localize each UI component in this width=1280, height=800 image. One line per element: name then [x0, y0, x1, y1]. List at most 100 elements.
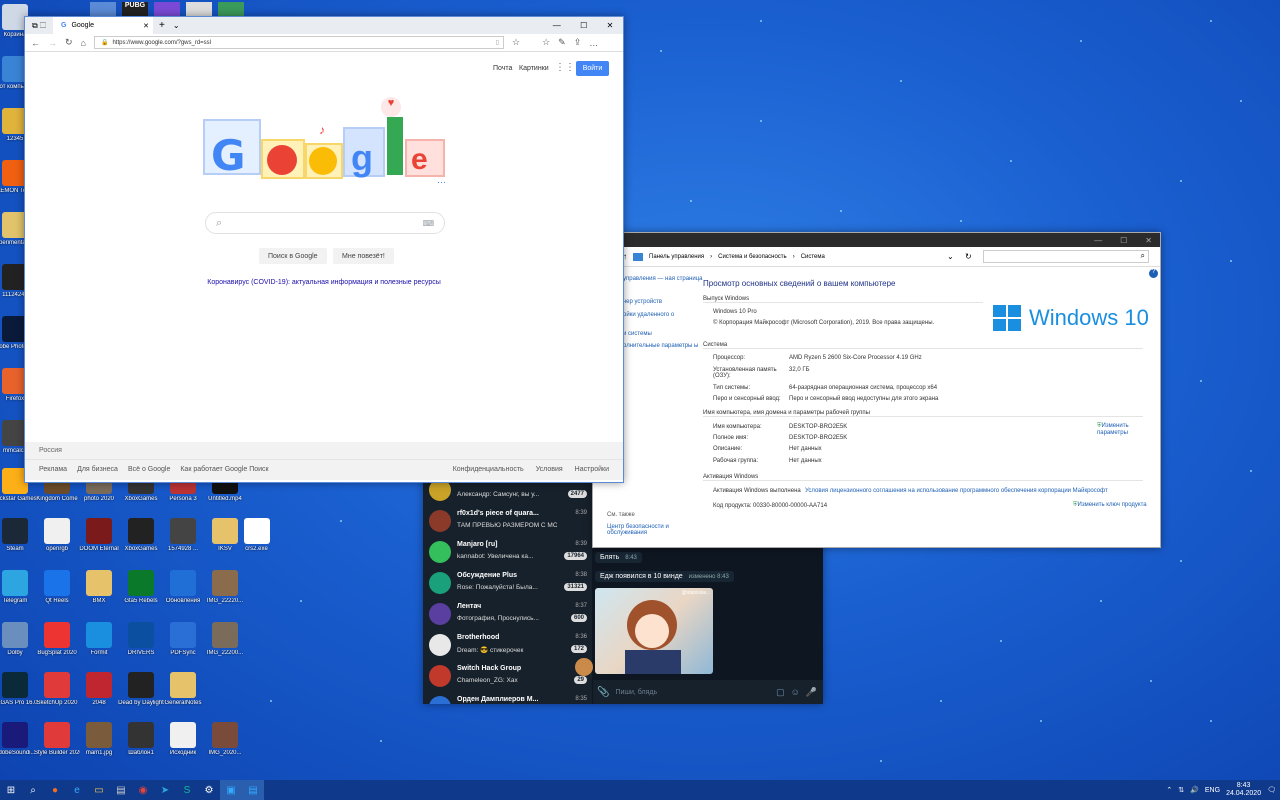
network-icon[interactable]: ⇅ — [1178, 786, 1184, 794]
volume-icon[interactable]: 🔊 — [1190, 786, 1199, 794]
desktop-icon[interactable]: Formit — [76, 622, 122, 657]
share-icon[interactable]: ⇪ — [574, 37, 582, 48]
footer-settings-link[interactable]: Настройки — [575, 466, 609, 473]
desktop-icon[interactable]: VEGAS Pro 16.0 — [0, 672, 38, 707]
chat-item[interactable]: rf0x1d's piece of quara... ТАМ ПРЕВЬЮ РАЗ… — [427, 507, 587, 537]
reading-view-icon[interactable]: ▯ — [496, 39, 499, 46]
left-link-devices[interactable]: чер устройств — [623, 299, 662, 305]
search-icon[interactable]: ⌕ — [22, 780, 44, 800]
language-indicator[interactable]: ENG — [1205, 787, 1220, 794]
notifications-icon[interactable]: 🗨 — [1267, 786, 1276, 794]
desktop-icon[interactable]: Style Builder 2020 — [34, 722, 80, 757]
desktop-icon[interactable]: BMX — [76, 570, 122, 605]
footer-about-link[interactable]: Всё о Google — [128, 466, 170, 473]
footer-ads-link[interactable]: Реклама — [39, 466, 67, 473]
forward-icon[interactable]: → — [48, 38, 57, 48]
left-link-remote[interactable]: ойки удаленного о — [623, 312, 674, 318]
start-icon[interactable]: ⊞ — [0, 780, 22, 800]
close-icon[interactable]: ✕ — [1145, 236, 1152, 245]
dropdown-icon[interactable]: ⌄ — [947, 252, 954, 261]
desktop-icon[interactable]: IMG_22200... — [202, 622, 248, 657]
refresh-icon[interactable]: ↻ — [965, 252, 972, 261]
footer-privacy-link[interactable]: Конфиденциальность — [453, 466, 524, 473]
desktop-icon[interactable]: BugSplat 2020 — [34, 622, 80, 657]
search-input[interactable]: ⌕ — [983, 250, 1149, 263]
top-icon-4[interactable] — [186, 2, 212, 16]
lucky-button[interactable]: Мне повезёт! — [333, 248, 394, 264]
gmail-link[interactable]: Почта — [493, 65, 512, 72]
chat-item[interactable]: Обсуждение Plus Rose: Пожалуйста! Была...… — [427, 569, 587, 599]
maximize-icon[interactable]: ☐ — [580, 21, 587, 30]
commands-icon[interactable]: ▢ — [776, 687, 785, 698]
tray-chevron-icon[interactable]: ⌃ — [1166, 786, 1172, 794]
desktop-icon[interactable]: DRIVERS — [118, 622, 164, 657]
desktop-icon[interactable]: Steam — [0, 518, 38, 553]
desktop-icon[interactable]: openrgb — [34, 518, 80, 553]
google-doodle[interactable]: G g e ♥ ♪ ⋯ — [201, 97, 451, 192]
control-panel-taskbar-icon[interactable]: ▣ — [220, 780, 242, 800]
desktop-icon[interactable]: Dolby — [0, 622, 38, 657]
chat-item[interactable]: Manjaro [ru] kannabot: Увеличена ка... 8:3… — [427, 538, 587, 568]
favorite-star-icon[interactable]: ☆ — [512, 37, 520, 48]
tab-close-icon[interactable]: ✕ — [143, 22, 149, 30]
more-icon[interactable]: … — [589, 38, 598, 48]
clock[interactable]: 8:43 24.04.2020 — [1226, 782, 1261, 798]
minimize-icon[interactable]: — — [553, 21, 561, 30]
microphone-icon[interactable]: 🎤 — [806, 687, 817, 698]
desktop-icon[interactable]: Шаблон1 — [118, 722, 164, 757]
file-explorer-icon[interactable]: ▭ — [88, 780, 110, 800]
top-icon-5[interactable] — [218, 2, 244, 16]
desktop-icon[interactable]: crs2.exe — [234, 518, 280, 553]
edge-icon[interactable]: e — [66, 780, 88, 800]
message-input[interactable]: Пиши, блядь — [615, 689, 770, 696]
desktop-icon[interactable]: PDFSync — [160, 622, 206, 657]
anime-image[interactable]: @stanislav... — [595, 588, 713, 674]
footer-business-link[interactable]: Для бизнеса — [77, 466, 118, 473]
desktop-icon[interactable]: Gta5 Rebels — [118, 570, 164, 605]
desktop-icon[interactable]: Qt Reels — [34, 570, 80, 605]
new-tab-icon[interactable]: + — [159, 20, 165, 31]
desktop-icon[interactable]: Обновления — [160, 570, 206, 605]
close-icon[interactable]: ✕ — [607, 21, 614, 30]
top-icon-3[interactable] — [154, 2, 180, 16]
footer-terms-link[interactable]: Условия — [536, 466, 563, 473]
tab-google[interactable]: G Google ✕ — [53, 17, 153, 34]
doodle-share-icon[interactable]: ⋯ — [437, 177, 446, 188]
change-key-link[interactable]: ⛨Изменить ключ продукта — [1073, 502, 1147, 509]
footer-how-search-link[interactable]: Как работает Google Поиск — [180, 466, 268, 473]
keyboard-icon[interactable]: ⌨ — [422, 219, 434, 228]
home-icon[interactable]: ⌂ — [81, 38, 86, 48]
breadcrumb-control-panel[interactable]: Панель управления — [649, 254, 704, 260]
chat-item[interactable]: Орден Дамплиеров М... 8:35 — [427, 693, 587, 704]
desktop-icon[interactable]: XboxGames — [118, 518, 164, 553]
pubg-icon[interactable]: PUBG — [122, 2, 148, 16]
left-link-advanced[interactable]: олнительные параметры ы — [623, 343, 698, 349]
images-link[interactable]: Картинки — [519, 65, 549, 72]
notes-icon[interactable]: ✎ — [558, 37, 566, 48]
chrome-icon[interactable]: ◉ — [132, 780, 154, 800]
license-link[interactable]: Условия лицензионного соглашения на испо… — [805, 488, 1108, 494]
back-icon[interactable]: ← — [31, 38, 40, 48]
breadcrumb-system[interactable]: Система — [801, 254, 825, 260]
desktop-icon[interactable]: Telegram — [0, 570, 38, 605]
chat-item[interactable]: Лентач Фотография, Проснулись... 8:37 600 — [427, 600, 587, 630]
attach-icon[interactable]: 📎 — [597, 687, 609, 698]
desktop-icon[interactable]: IMG_22220... — [202, 570, 248, 605]
sender-avatar[interactable] — [575, 658, 593, 676]
desktop-icon[interactable]: AdobeSoundi... — [0, 722, 38, 757]
desktop-icon[interactable]: mam1.jpg — [76, 722, 122, 757]
signin-button[interactable]: Войти — [576, 61, 609, 76]
maximize-icon[interactable]: ☐ — [1120, 236, 1127, 245]
desktop-icon[interactable]: GeneralNotes — [160, 672, 206, 707]
change-params-link[interactable]: ⛨Изменить параметры — [1097, 423, 1147, 436]
help-icon[interactable]: ? — [1149, 269, 1158, 278]
breadcrumb-security[interactable]: Система и безопасность — [718, 254, 787, 260]
system-taskbar-icon[interactable]: ▤ — [242, 780, 264, 800]
desktop-icon[interactable]: Исходник — [160, 722, 206, 757]
url-input[interactable]: 🔒 https://www.google.com/?gws_rd=ssl ▯ — [93, 36, 504, 49]
security-center-link[interactable]: Центр безопасности и обслуживания — [607, 524, 687, 536]
desktop-icon[interactable]: 1574928 ... — [160, 518, 206, 553]
left-link-home[interactable]: управления — ная страница — [623, 276, 703, 282]
tab-list-icon[interactable]: ⌄ — [173, 21, 180, 30]
google-search-button[interactable]: Поиск в Google — [259, 248, 327, 264]
